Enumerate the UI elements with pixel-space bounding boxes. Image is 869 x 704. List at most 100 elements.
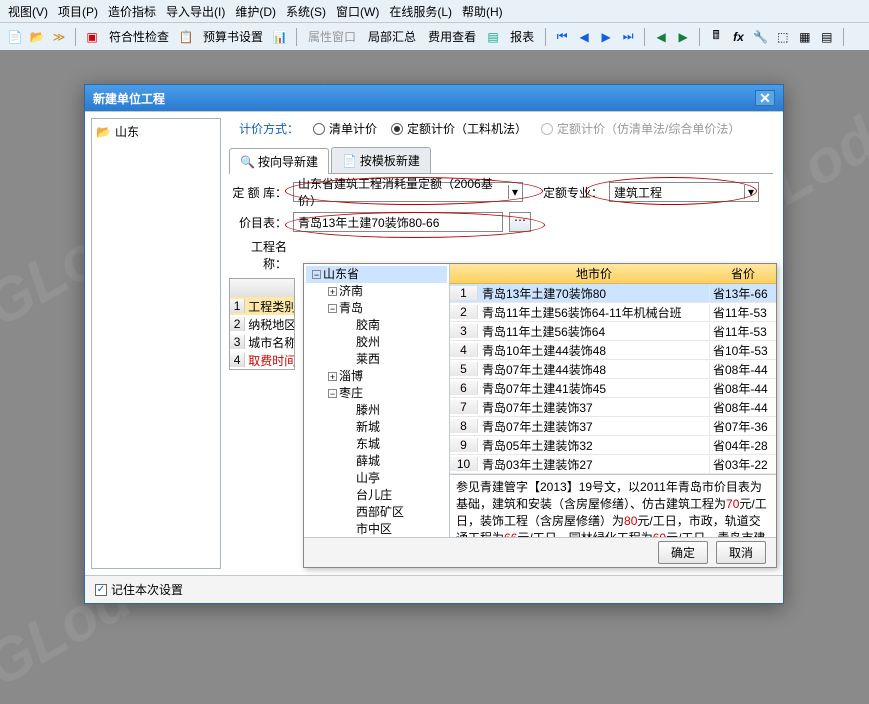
check-icon[interactable]: ▣ <box>83 28 101 46</box>
folder-icon: 📂 <box>96 125 111 139</box>
price-row[interactable]: 6青岛07年土建41装饰45省08年-44 <box>450 379 776 398</box>
bureau-summary-button[interactable]: 局部汇总 <box>364 28 420 45</box>
city-tree-node[interactable]: 台儿庄 <box>306 487 447 504</box>
price-table-dropdown[interactable]: 青岛13年土建70装饰80-66 <box>293 212 503 232</box>
city-tree[interactable]: −山东省+济南−青岛胶南胶州莱西+淄博−枣庄滕州新城东城薛城山亭台儿庄西部矿区市… <box>304 264 450 537</box>
tree-node-shandong[interactable]: 📂 山东 <box>96 123 216 140</box>
tool-1-icon[interactable]: 🔧 <box>752 28 770 46</box>
grid-row[interactable]: 4取费时间 <box>230 351 294 369</box>
tab-template[interactable]: 📄按模板新建 <box>331 147 431 173</box>
project-name-label: 工程名称： <box>229 238 287 272</box>
nav-first-icon[interactable]: ⏮ <box>553 28 571 46</box>
nav-next2-icon[interactable]: ▶ <box>674 28 692 46</box>
create-mode-tabs: 🔍按向导新建 📄按模板新建 <box>229 147 773 174</box>
template-icon: 📄 <box>342 154 357 168</box>
compliance-check-button[interactable]: 符合性检查 <box>105 28 173 45</box>
report-button[interactable]: 报表 <box>506 28 538 45</box>
city-tree-node[interactable]: 西部矿区 <box>306 504 447 521</box>
price-row[interactable]: 7青岛07年土建装饰37省08年-44 <box>450 398 776 417</box>
city-tree-node[interactable]: 山亭 <box>306 470 447 487</box>
col-city-price: 地市价 <box>478 264 710 283</box>
menu-project[interactable]: 项目(P) <box>58 3 98 20</box>
chevron-down-icon[interactable]: ▾ <box>508 185 518 199</box>
col-prov-price: 省价 <box>710 264 776 283</box>
menu-window[interactable]: 窗口(W) <box>336 3 379 20</box>
city-tree-node[interactable]: −青岛 <box>306 300 447 317</box>
open-icon[interactable]: 📂 <box>28 28 46 46</box>
toolbar: 📄 📂 ≫ ▣ 符合性检查 📋 预算书设置 📊 属性窗口 局部汇总 费用查看 ▤… <box>0 22 869 50</box>
menu-view[interactable]: 视图(V) <box>8 3 48 20</box>
tool-4-icon[interactable]: ▤ <box>818 28 836 46</box>
dialog-title: 新建单位工程 <box>93 90 165 107</box>
price-row[interactable]: 4青岛10年土建44装饰48省10年-53 <box>450 341 776 360</box>
city-tree-node[interactable]: −山东省 <box>306 266 447 283</box>
region-tree[interactable]: 📂 山东 <box>91 118 221 569</box>
city-tree-node[interactable]: 新城 <box>306 419 447 436</box>
quota-lib-dropdown[interactable]: 山东省建筑工程消耗量定额（2006基价） ▾ <box>293 182 523 202</box>
price-table-browse-button[interactable]: ⋯ <box>509 212 531 232</box>
new-icon[interactable]: 📄 <box>6 28 24 46</box>
fx-button[interactable]: fx <box>729 30 748 44</box>
quota-lib-label: 定 额 库： <box>229 184 287 201</box>
city-tree-node[interactable]: 莱西 <box>306 351 447 368</box>
dialog-footer: ✓ 记住本次设置 <box>85 575 783 603</box>
quota-spec-dropdown[interactable]: 建筑工程 ▾ <box>609 182 759 202</box>
price-table-label: 价目表： <box>229 214 287 231</box>
nav-last-icon[interactable]: ⏭ <box>619 28 637 46</box>
menu-index[interactable]: 造价指标 <box>108 3 156 20</box>
menu-help[interactable]: 帮助(H) <box>462 3 503 20</box>
city-tree-node[interactable]: +济南 <box>306 283 447 300</box>
budget-settings-button[interactable]: 预算书设置 <box>199 28 267 45</box>
radio-quota-pricing-2: 定额计价（仿清单法/综合单价法） <box>541 120 740 137</box>
attribute-grid[interactable]: 1工程类别2纳税地区3城市名称4取费时间 <box>229 278 295 370</box>
chart-icon: 📊 <box>271 28 289 46</box>
city-tree-node[interactable]: −枣庄 <box>306 385 447 402</box>
quota-spec-label: 定额专业： <box>543 184 603 201</box>
budget-icon[interactable]: 📋 <box>177 28 195 46</box>
price-row[interactable]: 9青岛05年土建装饰32省04年-28 <box>450 436 776 455</box>
tool-3-icon[interactable]: ▦ <box>796 28 814 46</box>
grid-rows-container: 1工程类别2纳税地区3城市名称4取费时间 <box>230 297 294 369</box>
menu-maintain[interactable]: 维护(D) <box>235 3 276 20</box>
pricing-label: 计价方式： <box>239 120 299 137</box>
grid-row[interactable]: 3城市名称 <box>230 333 294 351</box>
menu-online[interactable]: 在线服务(L) <box>389 3 452 20</box>
city-tree-node[interactable]: 东城 <box>306 436 447 453</box>
grid-row[interactable]: 1工程类别 <box>230 297 294 315</box>
city-tree-node[interactable]: 胶州 <box>306 334 447 351</box>
city-tree-node[interactable]: 薛城 <box>306 453 447 470</box>
city-tree-node[interactable]: 胶南 <box>306 317 447 334</box>
property-window-button: 属性窗口 <box>304 28 360 45</box>
price-row[interactable]: 2青岛11年土建56装饰64-11年机械台班省11年-53 <box>450 303 776 322</box>
tree-node-label: 山东 <box>115 123 139 140</box>
dialog-titlebar[interactable]: 新建单位工程 ✕ <box>85 85 783 111</box>
remember-checkbox[interactable]: ✓ 记住本次设置 <box>95 581 183 598</box>
price-row[interactable]: 10青岛03年土建装饰27省03年-22 <box>450 455 776 474</box>
tab-wizard[interactable]: 🔍按向导新建 <box>229 148 329 174</box>
price-grid[interactable]: 地市价 省价 1青岛13年土建70装饰80省13年-662青岛11年土建56装饰… <box>450 264 776 474</box>
grid-row[interactable]: 2纳税地区 <box>230 315 294 333</box>
radio-list-pricing[interactable]: 清单计价 <box>313 120 377 137</box>
menu-io[interactable]: 导入导出(I) <box>166 3 225 20</box>
price-row[interactable]: 5青岛07年土建44装饰48省08年-44 <box>450 360 776 379</box>
go-icon[interactable]: ≫ <box>50 28 68 46</box>
menu-system[interactable]: 系统(S) <box>286 3 326 20</box>
city-tree-node[interactable]: +淄博 <box>306 368 447 385</box>
city-tree-node[interactable]: 市中区 <box>306 521 447 537</box>
ok-button[interactable]: 确定 <box>658 541 708 564</box>
price-row[interactable]: 8青岛07年土建装饰37省07年-36 <box>450 417 776 436</box>
city-tree-node[interactable]: 滕州 <box>306 402 447 419</box>
nav-prev2-icon[interactable]: ◀ <box>652 28 670 46</box>
cancel-button[interactable]: 取消 <box>716 541 766 564</box>
chevron-down-icon[interactable]: ▾ <box>744 185 754 199</box>
price-row[interactable]: 3青岛11年土建56装饰64省11年-53 <box>450 322 776 341</box>
price-row[interactable]: 1青岛13年土建70装饰80省13年-66 <box>450 284 776 303</box>
radio-quota-pricing[interactable]: 定额计价（工料机法） <box>391 120 527 137</box>
calc-icon[interactable]: 🖩 <box>707 28 725 46</box>
nav-prev-icon[interactable]: ◀ <box>575 28 593 46</box>
close-button[interactable]: ✕ <box>755 90 775 106</box>
fee-view-button[interactable]: 费用查看 <box>424 28 480 45</box>
report-icon[interactable]: ▤ <box>484 28 502 46</box>
tool-2-icon[interactable]: ⬚ <box>774 28 792 46</box>
nav-next-icon[interactable]: ▶ <box>597 28 615 46</box>
